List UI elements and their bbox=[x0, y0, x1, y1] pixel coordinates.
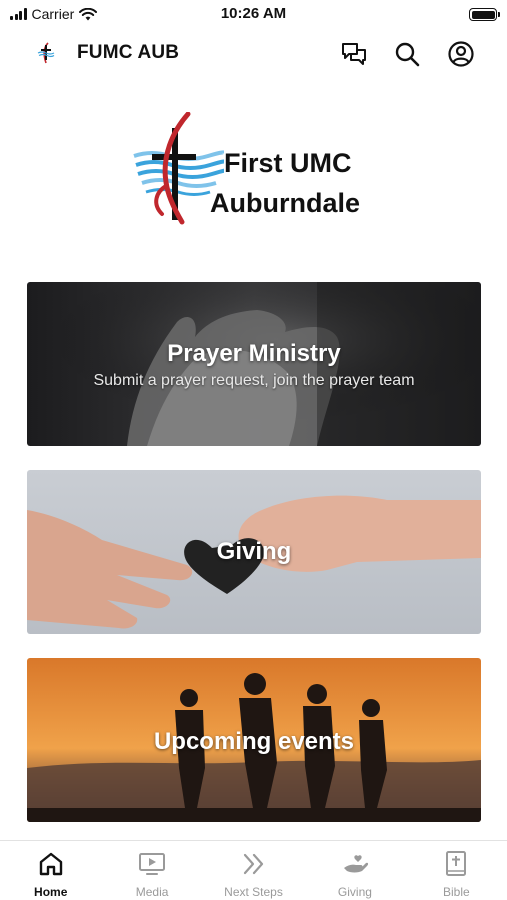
chat-icon[interactable] bbox=[340, 40, 368, 68]
tab-label: Home bbox=[34, 885, 68, 899]
status-bar: Carrier 10:26 AM bbox=[0, 0, 507, 28]
battery-icon bbox=[469, 8, 500, 21]
account-icon[interactable] bbox=[447, 40, 475, 68]
bottom-tab-bar: Home Media Next Steps Giving Bible bbox=[0, 840, 507, 900]
prayer-ministry-card[interactable]: Prayer Ministry Submit a prayer request,… bbox=[27, 282, 481, 446]
tab-giving[interactable]: Giving bbox=[304, 841, 405, 900]
double-chevron-icon bbox=[243, 853, 263, 875]
church-logo: First UMC Auburndale bbox=[132, 112, 392, 227]
giving-card[interactable]: Giving bbox=[27, 470, 481, 634]
tab-label: Bible bbox=[442, 885, 470, 899]
app-title: FUMC AUB bbox=[77, 42, 180, 63]
status-time: 10:26 AM bbox=[220, 5, 287, 22]
card-subtitle: Submit a prayer request, join the prayer… bbox=[93, 372, 415, 389]
brand-name-line2: Auburndale bbox=[210, 188, 361, 218]
brand-name-line1: First UMC bbox=[224, 148, 352, 178]
app-logo-icon bbox=[37, 42, 55, 64]
tv-icon bbox=[139, 853, 166, 875]
home-icon bbox=[39, 852, 62, 876]
tab-label: Next Steps bbox=[224, 885, 283, 899]
giving-hand-icon bbox=[343, 855, 369, 873]
app-header: FUMC AUB bbox=[0, 30, 507, 74]
tab-bible[interactable]: Bible bbox=[406, 841, 507, 900]
card-title: Giving bbox=[216, 538, 292, 565]
upcoming-events-card[interactable]: Upcoming events bbox=[27, 658, 481, 822]
search-icon[interactable] bbox=[393, 40, 421, 68]
tab-label: Giving bbox=[337, 885, 372, 899]
card-title: Prayer Ministry bbox=[167, 340, 341, 367]
tab-home[interactable]: Home bbox=[0, 841, 101, 900]
tab-label: Media bbox=[135, 885, 169, 899]
tab-media[interactable]: Media bbox=[101, 841, 202, 900]
bible-icon bbox=[446, 851, 467, 876]
card-title: Upcoming events bbox=[153, 728, 355, 755]
tab-next-steps[interactable]: Next Steps bbox=[203, 841, 304, 900]
